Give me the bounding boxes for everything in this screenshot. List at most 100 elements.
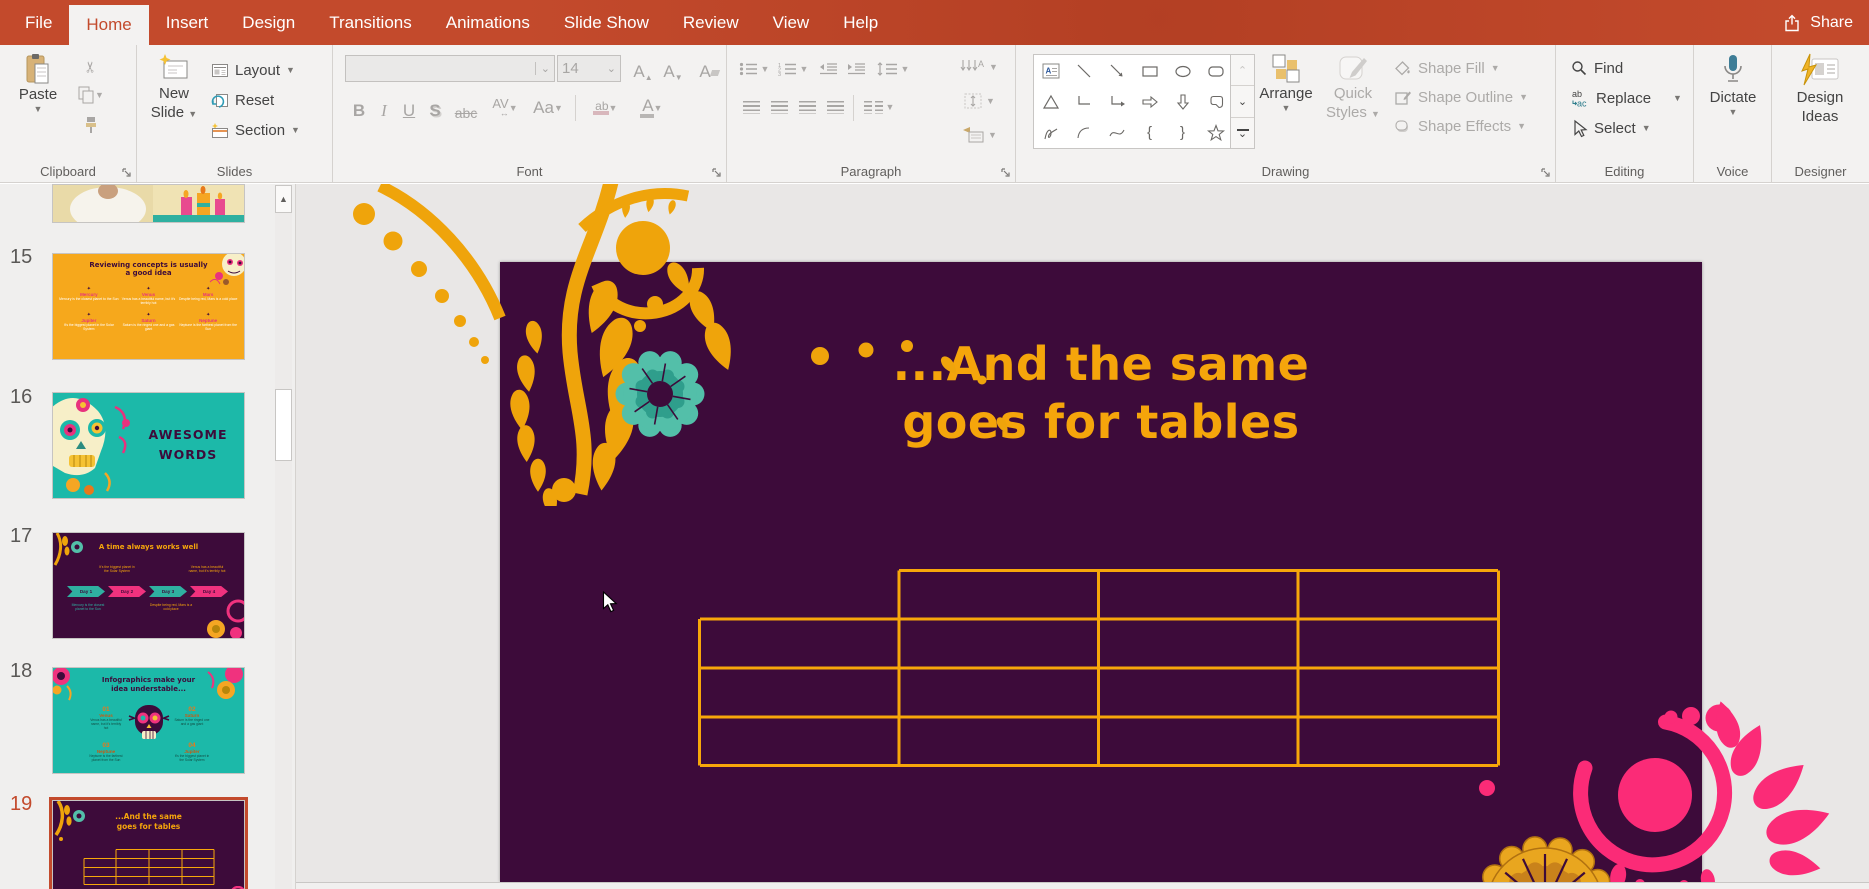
increase-indent-button[interactable] <box>843 57 869 81</box>
font-size-combobox[interactable]: 14 ⌄ <box>557 55 621 82</box>
slide-table[interactable] <box>698 569 1500 767</box>
layout-button[interactable]: Layout ▼ <box>211 57 295 83</box>
thumbnail-scrollbar-thumb[interactable] <box>275 389 292 461</box>
align-left-button[interactable] <box>739 95 763 119</box>
thumbnail-scrollbar[interactable]: ▲ <box>275 185 292 889</box>
text-shadow-button[interactable]: S <box>423 95 447 121</box>
shape-outline-button[interactable]: Shape Outline ▼ <box>1394 84 1528 110</box>
text-highlight-button[interactable]: ab ▼ <box>583 95 627 121</box>
columns-button[interactable]: ▼ <box>859 95 899 119</box>
copy-button[interactable]: ▼ <box>72 83 110 107</box>
shape-curve[interactable] <box>1100 117 1133 148</box>
title-bar: File Home Insert Design Transitions Anim… <box>0 0 1869 45</box>
shapes-scroll-up-button[interactable]: ⌃ <box>1231 55 1254 85</box>
thumbnail-slide-15[interactable]: Reviewing concepts is usually a good ide… <box>52 253 245 360</box>
replace-button[interactable]: ab ac Replace ▼ <box>1570 85 1682 111</box>
tab-home[interactable]: Home <box>69 5 148 45</box>
shapes-scroll-down-button[interactable]: ⌄ <box>1231 85 1254 116</box>
font-name-combobox[interactable]: ⌄ <box>345 55 555 82</box>
section-button[interactable]: Section ▼ <box>211 117 300 143</box>
paste-button[interactable]: Paste ▼ <box>10 53 66 114</box>
shape-down-arrow[interactable] <box>1166 86 1199 117</box>
shape-rounded-rectangle[interactable] <box>1199 55 1232 86</box>
thumbnail-slide-18[interactable]: Infographics make your idea understable.… <box>52 667 245 774</box>
find-button[interactable]: Find <box>1570 55 1623 81</box>
tab-design[interactable]: Design <box>225 0 312 45</box>
paragraph-dialog-launcher[interactable] <box>1000 167 1011 178</box>
format-painter-button[interactable] <box>76 113 104 137</box>
increase-indent-icon <box>847 62 866 76</box>
shape-scribble[interactable] <box>1034 117 1067 148</box>
reset-button[interactable]: Reset <box>211 87 274 113</box>
arrange-button[interactable]: Arrange ▼ <box>1254 53 1318 113</box>
shape-triangle[interactable] <box>1034 86 1067 117</box>
shape-fill-button[interactable]: Shape Fill ▼ <box>1394 55 1500 81</box>
text-direction-button[interactable]: A ▼ <box>953 53 1005 81</box>
pink-dot-ornament[interactable] <box>1479 780 1495 796</box>
clear-formatting-button[interactable]: A <box>695 55 723 82</box>
shape-line[interactable] <box>1067 55 1100 86</box>
tab-help[interactable]: Help <box>826 0 895 45</box>
shape-text-box[interactable]: A <box>1034 55 1067 86</box>
shape-arrow[interactable] <box>1100 55 1133 86</box>
underline-button[interactable]: U <box>397 95 421 121</box>
align-right-button[interactable] <box>795 95 819 119</box>
slide-title[interactable]: ...And the same goes for tables <box>500 335 1702 451</box>
shape-rectangle[interactable] <box>1133 55 1166 86</box>
design-ideas-button[interactable]: Design Ideas <box>1786 53 1854 127</box>
numbering-button[interactable]: 123 ▼ <box>775 57 811 81</box>
tab-insert[interactable]: Insert <box>149 0 226 45</box>
decrease-indent-button[interactable] <box>815 57 841 81</box>
slide-19-editor[interactable]: ...And the same goes for tables <box>500 262 1702 882</box>
shape-arc[interactable] <box>1067 117 1100 148</box>
shape-left-brace[interactable]: { <box>1133 117 1166 148</box>
font-dialog-launcher[interactable] <box>711 167 722 178</box>
italic-button[interactable]: I <box>373 95 395 121</box>
increase-font-size-button[interactable]: A▲ <box>629 55 657 82</box>
shape-oval[interactable] <box>1166 55 1199 86</box>
tab-transitions[interactable]: Transitions <box>312 0 429 45</box>
shapes-more-button[interactable]: ⌄ <box>1231 117 1254 148</box>
font-color-button[interactable]: A ▼ <box>631 95 671 121</box>
tab-file[interactable]: File <box>8 0 69 45</box>
slide-editing-canvas[interactable]: ...And the same goes for tables <box>296 184 1869 889</box>
convert-to-smartart-button[interactable]: ▼ <box>953 121 1005 149</box>
decrease-font-size-button[interactable]: A▼ <box>659 55 687 82</box>
align-center-button[interactable] <box>767 95 791 119</box>
bold-button[interactable]: B <box>347 95 371 121</box>
clipboard-dialog-launcher[interactable] <box>121 167 132 178</box>
thumbnail-slide-16[interactable]: AWESOME WORDS <box>52 392 245 499</box>
columns-icon <box>864 101 883 114</box>
shape-right-arrow[interactable] <box>1133 86 1166 117</box>
shape-freeform[interactable] <box>1199 86 1232 117</box>
align-right-icon <box>799 101 816 114</box>
line-spacing-button[interactable]: ▼ <box>873 57 913 81</box>
quick-styles-button[interactable]: Quick Styles ▼ <box>1322 53 1384 123</box>
thumbnail-slide-14-partial[interactable] <box>52 184 245 223</box>
share-button[interactable]: Share <box>1782 0 1853 45</box>
dictate-label: Dictate <box>1710 89 1757 108</box>
cut-button[interactable]: ✂ <box>76 55 104 79</box>
select-button[interactable]: Select ▼ <box>1570 115 1651 141</box>
shape-right-brace[interactable]: } <box>1166 117 1199 148</box>
thumbnail-slide-19-selected[interactable]: ...And the same goes for tables <box>52 800 245 889</box>
dictate-button[interactable]: Dictate ▼ <box>1703 53 1763 117</box>
tab-view[interactable]: View <box>756 0 827 45</box>
tab-review[interactable]: Review <box>666 0 756 45</box>
shape-star[interactable] <box>1199 117 1232 148</box>
character-spacing-button[interactable]: AV↔ ▼ <box>485 95 525 121</box>
thumbnail-slide-17[interactable]: A time always works well It's the bigges… <box>52 532 245 639</box>
shape-elbow-connector[interactable] <box>1067 86 1100 117</box>
drawing-dialog-launcher[interactable] <box>1540 167 1551 178</box>
bullets-button[interactable]: ▼ <box>737 57 771 81</box>
justify-button[interactable] <box>823 95 847 119</box>
thumbnail-scrollbar-up-button[interactable]: ▲ <box>275 185 292 213</box>
strikethrough-button[interactable]: abc <box>449 95 483 121</box>
shape-elbow-arrow-connector[interactable] <box>1100 86 1133 117</box>
shape-effects-button[interactable]: Shape Effects ▼ <box>1394 113 1526 139</box>
change-case-button[interactable]: Aa ▼ <box>529 95 567 121</box>
new-slide-button[interactable]: New Slide ▼ <box>145 53 203 123</box>
tab-slide-show[interactable]: Slide Show <box>547 0 666 45</box>
tab-animations[interactable]: Animations <box>429 0 547 45</box>
align-text-button[interactable]: ▼ <box>953 87 1005 115</box>
